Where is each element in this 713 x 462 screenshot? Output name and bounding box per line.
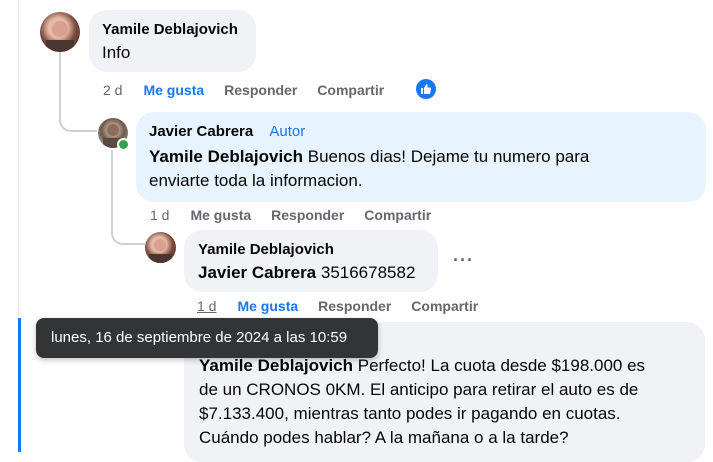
timestamp-tooltip-text: lunes, 16 de septiembre de 2024 a las 10… [51,329,348,346]
share-button[interactable]: Compartir [317,82,384,98]
comment-text: Yamile Deblajovich Perfecto! La cuota de… [199,354,690,450]
comment-author[interactable]: Javier Cabrera [149,123,253,140]
comment-text-line: Buenos dias! Dejame tu numero para [303,147,590,166]
comment-time[interactable]: 2 d [103,82,122,98]
comment-text-line: Cuándo podes hablar? A la mañana o a la … [199,428,569,447]
comment-actions: 2 d Me gusta Responder Compartir [103,80,404,100]
comment-text: Info [102,43,131,62]
comment-author[interactable]: Yamile Deblajovich [102,20,243,40]
comment-text: Yamile Deblajovich Buenos dias! Dejame t… [149,145,693,193]
author-badge: Autor [269,123,306,140]
share-button[interactable]: Compartir [411,298,478,314]
comment-bubble: Yamile Deblajovich Javier Cabrera 351667… [184,230,438,292]
avatar-photo [149,239,172,263]
comment-text-line: 3516678582 [316,263,416,282]
online-status-indicator [117,138,130,151]
comment-bubble: Yamile Deblajovich Info [89,10,256,72]
share-button[interactable]: Compartir [364,207,431,223]
avatar-photo [46,21,74,52]
comment-bubble: Javier Cabrera Autor Yamile Deblajovich … [136,112,706,202]
comment-text-line: Perfecto! La cuota desde $198.000 es [353,356,646,375]
like-button[interactable]: Me gusta [143,82,204,98]
avatar[interactable] [145,232,176,263]
like-button[interactable]: Me gusta [237,298,298,314]
comment-text-line: enviarte toda la informacion. [149,171,363,190]
reply-button[interactable]: Responder [271,207,344,223]
like-reaction-icon[interactable] [416,79,436,99]
mention-link[interactable]: Javier Cabrera [198,263,316,282]
reply-button[interactable]: Responder [224,82,297,98]
comment-author-row: Javier Cabrera Autor [149,122,693,142]
mention-link[interactable]: Yamile Deblajovich [199,356,353,375]
selection-indicator [18,318,21,452]
more-options-icon[interactable]: ··· [453,250,474,271]
comment-text: Javier Cabrera 3516678582 [198,261,424,285]
comment-text-line: $7.133.400, mientras tanto podes ir paga… [199,404,621,423]
comment-time[interactable]: 1 d [197,298,216,314]
comment-actions: 1 d Me gusta Responder Compartir [150,205,451,225]
comment-time[interactable]: 1 d [150,207,169,223]
comment-actions: 1 d Me gusta Responder Compartir [197,296,498,316]
comment-text-line: de un CRONOS 0KM. El anticipo para retir… [199,380,639,399]
mention-link[interactable]: Yamile Deblajovich [149,147,303,166]
reply-button[interactable]: Responder [318,298,391,314]
avatar[interactable] [40,12,80,52]
like-button[interactable]: Me gusta [190,207,251,223]
comment-author[interactable]: Yamile Deblajovich [198,240,424,260]
